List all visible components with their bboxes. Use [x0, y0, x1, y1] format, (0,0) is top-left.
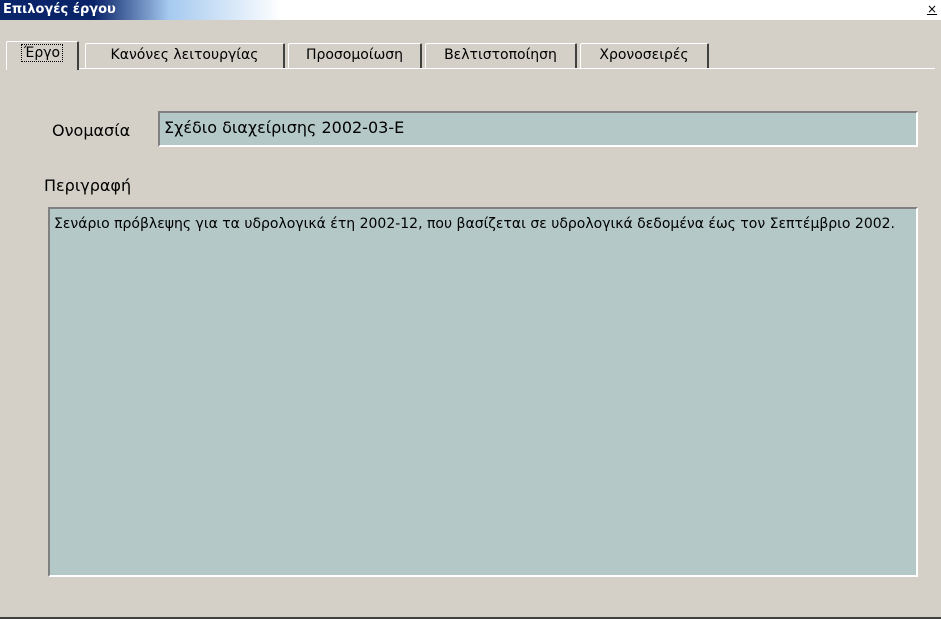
- tab-optimization[interactable]: Βελτιστοποίηση: [425, 43, 577, 68]
- tab-project-label: Έργο: [20, 44, 64, 62]
- tab-operation-rules-label: Κανόνες λειτουργίας: [110, 47, 259, 63]
- description-label: Περιγραφή: [44, 176, 132, 195]
- close-icon[interactable]: ×: [925, 2, 939, 16]
- tab-timeseries-label: Χρονοσειρές: [599, 47, 689, 63]
- name-field[interactable]: Σχέδιο διαχείρισης 2002-03-Ε: [158, 111, 918, 147]
- tab-simulation[interactable]: Προσομοίωση: [288, 43, 422, 68]
- tab-operation-rules[interactable]: Κανόνες λειτουργίας: [85, 43, 285, 68]
- tab-optimization-label: Βελτιστοποίηση: [444, 47, 557, 63]
- tab-simulation-label: Προσομοίωση: [305, 47, 404, 63]
- tab-bar-divider: [6, 68, 935, 69]
- tab-timeseries[interactable]: Χρονοσειρές: [580, 43, 709, 68]
- title-bar[interactable]: Επιλογές έργου ×: [0, 0, 941, 20]
- window-title: Επιλογές έργου: [3, 2, 116, 17]
- tab-bar: Έργο Κανόνες λειτουργίας Προσομοίωση Βελ…: [6, 41, 935, 70]
- tab-project[interactable]: Έργο: [6, 41, 79, 70]
- description-field[interactable]: Σενάριο πρόβλεψης για τα υδρολογικά έτη …: [48, 207, 918, 577]
- project-options-dialog: Επιλογές έργου × Έργο Κανόνες λειτουργία…: [0, 0, 941, 619]
- name-label: Ονομασία: [52, 121, 131, 140]
